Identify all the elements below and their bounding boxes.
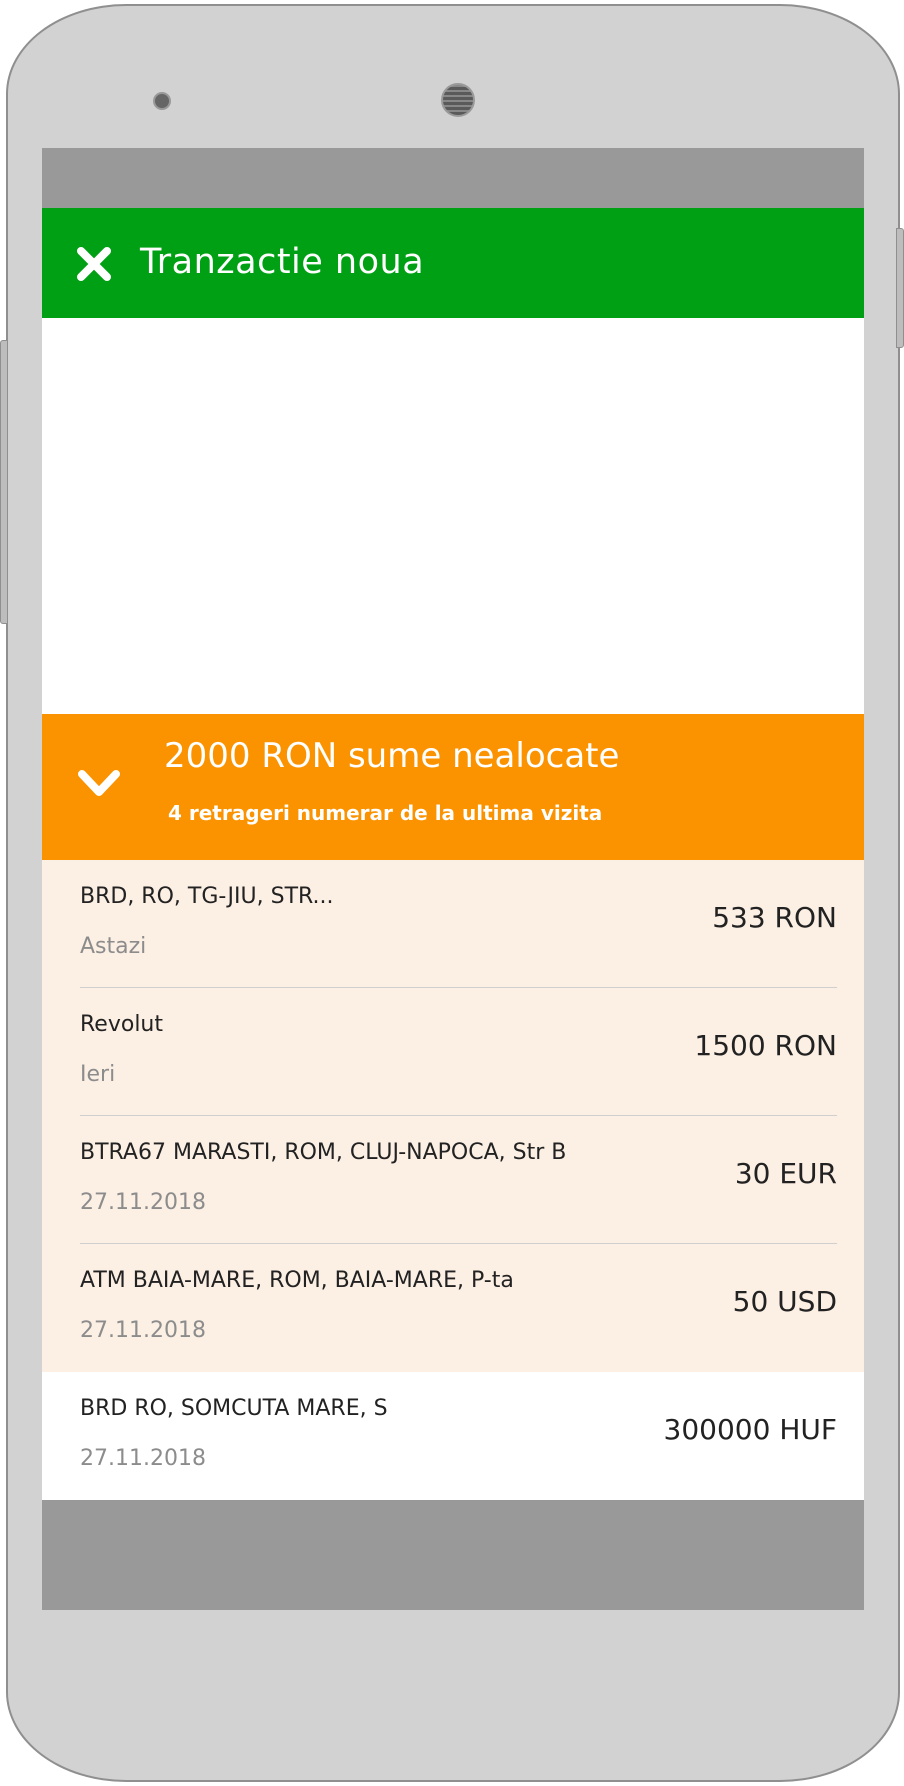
close-icon[interactable] <box>76 246 112 282</box>
transaction-row[interactable]: BRD RO, SOMCUTA MARE, S 27.11.2018 30000… <box>42 1372 864 1500</box>
volume-button <box>0 340 8 624</box>
app-bar: Tranzactie noua <box>42 208 864 318</box>
content-area <box>42 318 864 714</box>
transaction-date: 27.11.2018 <box>80 1446 206 1471</box>
transaction-title: BTRA67 MARASTI, ROM, CLUJ-NAPOCA, Str B <box>80 1140 567 1165</box>
chevron-down-icon[interactable] <box>76 766 122 802</box>
status-bar <box>42 148 864 208</box>
transaction-date: Ieri <box>80 1062 116 1087</box>
transaction-date: 27.11.2018 <box>80 1190 206 1215</box>
transaction-amount: 1500 RON <box>694 1029 837 1062</box>
transaction-title: BRD, RO, TG-JIU, STR... <box>80 884 334 909</box>
screen: Tranzactie noua 2000 RON sume nealocate … <box>42 148 864 1610</box>
transaction-date: Astazi <box>80 934 147 959</box>
transaction-row[interactable]: BRD, RO, TG-JIU, STR... Astazi 533 RON <box>42 860 864 988</box>
transaction-row[interactable]: ATM BAIA-MARE, ROM, BAIA-MARE, P-ta 27.1… <box>42 1244 864 1372</box>
summary-subtitle: 4 retrageri numerar de la ultima vizita <box>168 801 603 825</box>
page-title: Tranzactie noua <box>140 242 425 282</box>
transaction-amount: 30 EUR <box>734 1157 837 1190</box>
proximity-sensor <box>153 92 171 110</box>
front-camera-icon <box>441 83 475 117</box>
unallocated-summary[interactable]: 2000 RON sume nealocate 4 retrageri nume… <box>42 714 864 860</box>
transaction-title: ATM BAIA-MARE, ROM, BAIA-MARE, P-ta <box>80 1268 514 1293</box>
transaction-row[interactable]: Revolut Ieri 1500 RON <box>42 988 864 1116</box>
transaction-amount: 50 USD <box>732 1285 837 1318</box>
navigation-bar <box>42 1500 864 1610</box>
summary-title: 2000 RON sume nealocate <box>164 736 620 776</box>
transaction-title: Revolut <box>80 1012 163 1037</box>
transaction-list: BRD, RO, TG-JIU, STR... Astazi 533 RON R… <box>42 860 864 1500</box>
power-button <box>896 228 904 348</box>
transaction-amount: 533 RON <box>712 901 837 934</box>
transaction-date: 27.11.2018 <box>80 1318 206 1343</box>
transaction-row[interactable]: BTRA67 MARASTI, ROM, CLUJ-NAPOCA, Str B … <box>42 1116 864 1244</box>
transaction-amount: 300000 HUF <box>663 1413 837 1446</box>
transaction-title: BRD RO, SOMCUTA MARE, S <box>80 1396 388 1421</box>
